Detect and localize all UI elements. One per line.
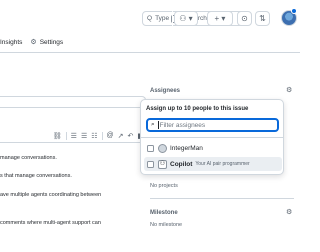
- filter-assignees-input[interactable]: ⌕ Filter assignees: [146, 118, 279, 132]
- nav-divider: [0, 52, 300, 53]
- search-icon: Q: [147, 15, 153, 22]
- popover-separator: [141, 137, 283, 138]
- header-gap-3: [172, 11, 173, 26]
- reference-icon[interactable]: ↗: [118, 132, 124, 140]
- markdown-toolbar: ⛓ ☰ ☰ ☷ @ ↗ ↶ ◧: [0, 129, 146, 143]
- assignee-option-integerman[interactable]: IntegerMan: [144, 141, 282, 155]
- assignee-option-copilot[interactable]: ⚇ Copilot Your AI pair programmer: [144, 157, 282, 171]
- checkbox[interactable]: [147, 144, 154, 152]
- assignee-description: Your AI pair programmer: [195, 161, 250, 167]
- gear-icon: ⚙: [30, 39, 37, 46]
- assignee-name: IntegerMan: [170, 144, 203, 152]
- issues-button[interactable]: ⊙: [237, 11, 252, 26]
- body-text-line: ave multiple agents coordinating between: [0, 192, 102, 198]
- toolbar-separator-2: [101, 131, 103, 140]
- notification-dot: [291, 8, 297, 14]
- copilot-icon: ⚇: [158, 159, 167, 169]
- milestone-gear-icon[interactable]: ⚙: [286, 208, 292, 216]
- assignees-gear-icon[interactable]: ⚙: [286, 86, 292, 94]
- issue-opened-icon: ⊙: [241, 14, 248, 23]
- git-pull-request-icon: ⇅: [259, 14, 266, 23]
- copilot-icon: ⚇ ▾: [179, 14, 193, 23]
- checkbox[interactable]: [147, 160, 154, 168]
- copilot-menu-button[interactable]: ⚇ ▾: [174, 11, 198, 26]
- insights-label: Insights: [0, 38, 23, 46]
- mention-icon[interactable]: @: [107, 132, 114, 139]
- nav-insights[interactable]: Insights: [0, 39, 22, 46]
- assignee-popover: Assign up to 10 people to this issue ⌕ F…: [140, 99, 284, 175]
- milestone-heading[interactable]: Milestone: [150, 210, 178, 216]
- assignee-name: Copilot: [170, 160, 193, 168]
- task-list-icon[interactable]: ☷: [91, 132, 97, 140]
- sidebar-divider: [150, 198, 294, 199]
- settings-label: Settings: [39, 38, 64, 46]
- body-text-line: s that manage conversations.: [0, 173, 72, 179]
- projects-value: No projects: [150, 183, 178, 189]
- filter-placeholder: Filter assignees: [159, 121, 206, 129]
- nav-settings[interactable]: ⚙ Settings: [30, 38, 64, 47]
- plus-icon: + ▾: [214, 14, 226, 23]
- body-text-line: manage conversations.: [0, 155, 57, 161]
- create-new-button[interactable]: + ▾: [207, 11, 233, 26]
- toolbar-separator: [65, 131, 67, 140]
- text-caret: [157, 121, 159, 129]
- body-text-line: comments where multi-agent support can: [0, 220, 101, 226]
- ordered-list-icon[interactable]: ☰: [71, 132, 77, 140]
- milestone-value: No milestone: [150, 222, 183, 228]
- pull-requests-button[interactable]: ⇅: [255, 11, 270, 26]
- popover-title: Assign up to 10 people to this issue: [146, 106, 249, 112]
- unordered-list-icon[interactable]: ☰: [81, 132, 87, 140]
- title-input[interactable]: [0, 96, 146, 108]
- user-avatar: [158, 143, 167, 153]
- link-icon[interactable]: ⛓: [53, 132, 62, 140]
- search-icon: ⌕: [151, 121, 155, 128]
- search-hint-prefix: Type: [155, 15, 170, 22]
- assignees-heading[interactable]: Assignees: [150, 88, 180, 94]
- undo-icon[interactable]: ↶: [128, 132, 134, 140]
- repo-nav: Insights ⚙ Settings: [0, 36, 71, 48]
